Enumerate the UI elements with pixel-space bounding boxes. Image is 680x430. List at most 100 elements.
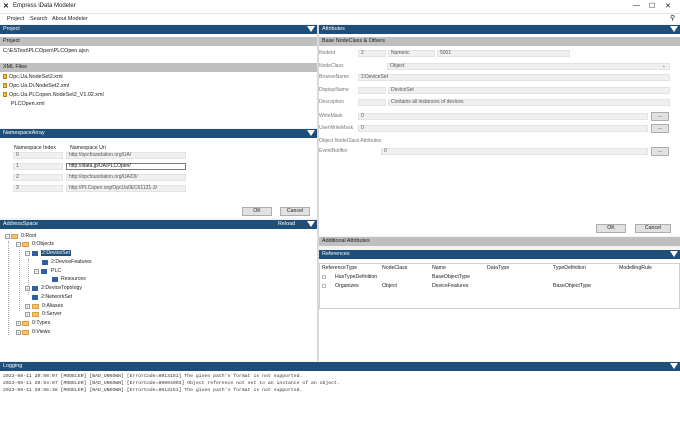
collapse-icon[interactable] bbox=[307, 130, 315, 136]
displayname-locale-field[interactable] bbox=[358, 87, 386, 94]
namespace-ok-button[interactable]: OK bbox=[242, 207, 272, 216]
userwritemask-edit-button[interactable]: ... bbox=[651, 124, 669, 133]
ns-index-2: 2 bbox=[13, 174, 63, 181]
row-marker-icon bbox=[322, 284, 326, 288]
attributes-ok-button[interactable]: OK bbox=[596, 224, 626, 233]
tree-node-views[interactable]: 0:Views bbox=[32, 329, 50, 335]
xml-file-item[interactable]: Opc.Ua.NodeSet2.xml bbox=[3, 73, 314, 82]
expand-types-icon[interactable]: + bbox=[16, 321, 21, 326]
ns-index-3: 3 bbox=[13, 185, 63, 192]
menu-about[interactable]: About Modeler bbox=[52, 16, 88, 22]
folder-icon bbox=[32, 304, 39, 309]
references-panel: References ReferenceType NodeClass Name … bbox=[319, 250, 680, 361]
tree-node-aliases[interactable]: 0:Aliases bbox=[42, 303, 63, 309]
namespace-header: NamespaceArray bbox=[0, 129, 317, 138]
eventnotifier-edit-button[interactable]: ... bbox=[651, 147, 669, 156]
tree-node-objects[interactable]: 0:Objects bbox=[32, 241, 54, 247]
tree-node-networkset[interactable]: 2:NetworkSet bbox=[41, 294, 72, 300]
attributes-panel: Attributes Base NodeClass & Others NodeI… bbox=[319, 25, 680, 236]
menu-project[interactable]: Project bbox=[7, 16, 24, 22]
col-nodeclass: NodeClass bbox=[382, 265, 408, 271]
title-bar: ✕ Empress iData Modeler — ☐ ✕ bbox=[0, 0, 680, 14]
description-locale-field[interactable] bbox=[358, 99, 386, 106]
col-datatype: DataType bbox=[487, 265, 510, 271]
writemask-edit-button[interactable]: ... bbox=[651, 112, 669, 121]
reload-button[interactable]: Reload bbox=[278, 221, 295, 227]
collapse-icon[interactable] bbox=[670, 363, 678, 369]
writemask-label: WriteMask bbox=[319, 113, 343, 119]
nodeclass-label: NodeClass bbox=[319, 63, 344, 69]
menu-search[interactable]: Search bbox=[30, 16, 47, 22]
ref-name-cell: BaseObjectType bbox=[432, 274, 471, 280]
xml-file-icon bbox=[3, 83, 7, 89]
expand-devicetopology-icon[interactable]: + bbox=[25, 286, 30, 291]
ns-index-0: 0 bbox=[13, 152, 63, 159]
xml-file-icon bbox=[3, 74, 7, 80]
base-nodeclass-header: Base NodeClass & Others bbox=[319, 37, 680, 46]
collapse-icon[interactable] bbox=[307, 221, 315, 227]
logging-panel: Logging 2023-08-11 20:50:07 [MODELER] [B… bbox=[0, 362, 680, 430]
expand-aliases-icon[interactable]: + bbox=[25, 304, 30, 309]
folder-icon bbox=[22, 330, 29, 335]
expand-views-icon[interactable]: + bbox=[16, 330, 21, 335]
additional-attributes-header[interactable]: Additional Attributes bbox=[319, 237, 680, 246]
eventnotifier-label: EventNotifier bbox=[319, 148, 348, 154]
menu-bar: Project Search About Modeler ⚲ bbox=[0, 14, 680, 24]
attributes-header-label: Attributes bbox=[322, 26, 345, 32]
browsename-label: BrowseName bbox=[319, 74, 350, 80]
project-header: Project bbox=[0, 25, 317, 34]
nodeclass-select[interactable]: Object ⌄ bbox=[387, 63, 670, 70]
expand-root-icon[interactable]: − bbox=[5, 234, 10, 239]
collapse-icon[interactable] bbox=[670, 26, 678, 32]
description-field[interactable]: Contains all instances of devices bbox=[388, 99, 670, 106]
xml-file-item[interactable]: Opc.Ua.PLCopen.NodeSet2_V1.02.xml bbox=[3, 91, 314, 100]
attributes-cancel-button[interactable]: Cancel bbox=[635, 224, 671, 233]
eventnotifier-field: 0 bbox=[381, 148, 648, 155]
log-line: 2023-08-11 20:54:07 [MODELER] [BAD_UNKOW… bbox=[3, 381, 340, 386]
object-node-icon bbox=[32, 251, 38, 256]
browsename-field[interactable]: 2:DeviceSet bbox=[358, 74, 670, 81]
namespace-header-label: NamespaceArray bbox=[3, 130, 45, 136]
ns-uri-0: http://opcfoundation.org/UA/ bbox=[66, 152, 186, 159]
table-row[interactable]: Organizes Object DeviceFeatures BaseObje… bbox=[320, 282, 679, 291]
tree-node-server[interactable]: 0:Server bbox=[42, 311, 62, 317]
search-icon[interactable]: ⚲ bbox=[670, 14, 675, 22]
folder-icon bbox=[32, 312, 39, 317]
object-node-icon bbox=[32, 295, 38, 300]
window-title: Empress iData Modeler bbox=[13, 3, 76, 9]
tree-node-root[interactable]: 0:Root bbox=[21, 233, 36, 239]
close-icon[interactable]: ✕ bbox=[665, 2, 671, 10]
log-line: 2023-08-11 20:56:38 [MODELER] [BAD_UNKOW… bbox=[3, 388, 303, 393]
xml-file-item[interactable]: Opc.Ua.Di.NodeSet2.xml bbox=[3, 82, 314, 91]
displayname-field[interactable]: DeviceSet bbox=[388, 87, 670, 94]
collapse-icon[interactable] bbox=[670, 251, 678, 257]
row-marker-icon bbox=[322, 275, 326, 279]
expand-server-icon[interactable]: + bbox=[25, 312, 30, 317]
collapse-icon[interactable] bbox=[307, 26, 315, 32]
tree-node-plc[interactable]: PLC bbox=[51, 268, 61, 274]
minimize-icon[interactable]: — bbox=[633, 2, 640, 9]
tree-node-types[interactable]: 0:Types bbox=[32, 320, 50, 326]
xml-file-item[interactable]: PLCOpen.xml bbox=[3, 100, 314, 109]
tree-node-resources[interactable]: Resources bbox=[61, 276, 86, 282]
writemask-field: 0 bbox=[358, 113, 648, 120]
project-panel: Project Project C:\ESTest\PLCOpen\PLCOpe… bbox=[0, 25, 317, 128]
project-path[interactable]: C:\ESTest\PLCOpen\PLCOpen.ajsn bbox=[0, 46, 317, 63]
userwritemask-field: 0 bbox=[358, 125, 648, 132]
tree-node-devicefeatures[interactable]: 2:DeviceFeatures bbox=[51, 259, 92, 265]
references-grid: ReferenceType NodeClass Name DataType Ty… bbox=[319, 263, 680, 309]
namespace-cancel-button[interactable]: Cancel bbox=[280, 207, 310, 216]
tree-node-deviceset[interactable]: 2:DeviceSet bbox=[41, 250, 71, 256]
nodeid-value-field: 5001 bbox=[437, 50, 570, 57]
maximize-icon[interactable]: ☐ bbox=[649, 2, 655, 10]
nodeid-label: NodeId bbox=[319, 50, 336, 56]
col-reference-type: ReferenceType bbox=[322, 265, 358, 271]
xml-file-name: Opc.Ua.NodeSet2.xml bbox=[9, 74, 63, 80]
tree-node-devicetopology[interactable]: 2:DeviceTopology bbox=[41, 285, 82, 291]
logging-header-label: Logging bbox=[3, 363, 23, 369]
table-row[interactable]: HasTypeDefinition BaseObjectType bbox=[320, 273, 679, 282]
expand-objects-icon[interactable]: − bbox=[16, 242, 21, 247]
ns-uri-1[interactable]: http://idata.jp/UA/PLCOpen/ bbox=[66, 163, 186, 170]
expand-deviceset-icon[interactable]: − bbox=[25, 251, 30, 256]
expand-plc-icon[interactable]: − bbox=[34, 269, 39, 274]
